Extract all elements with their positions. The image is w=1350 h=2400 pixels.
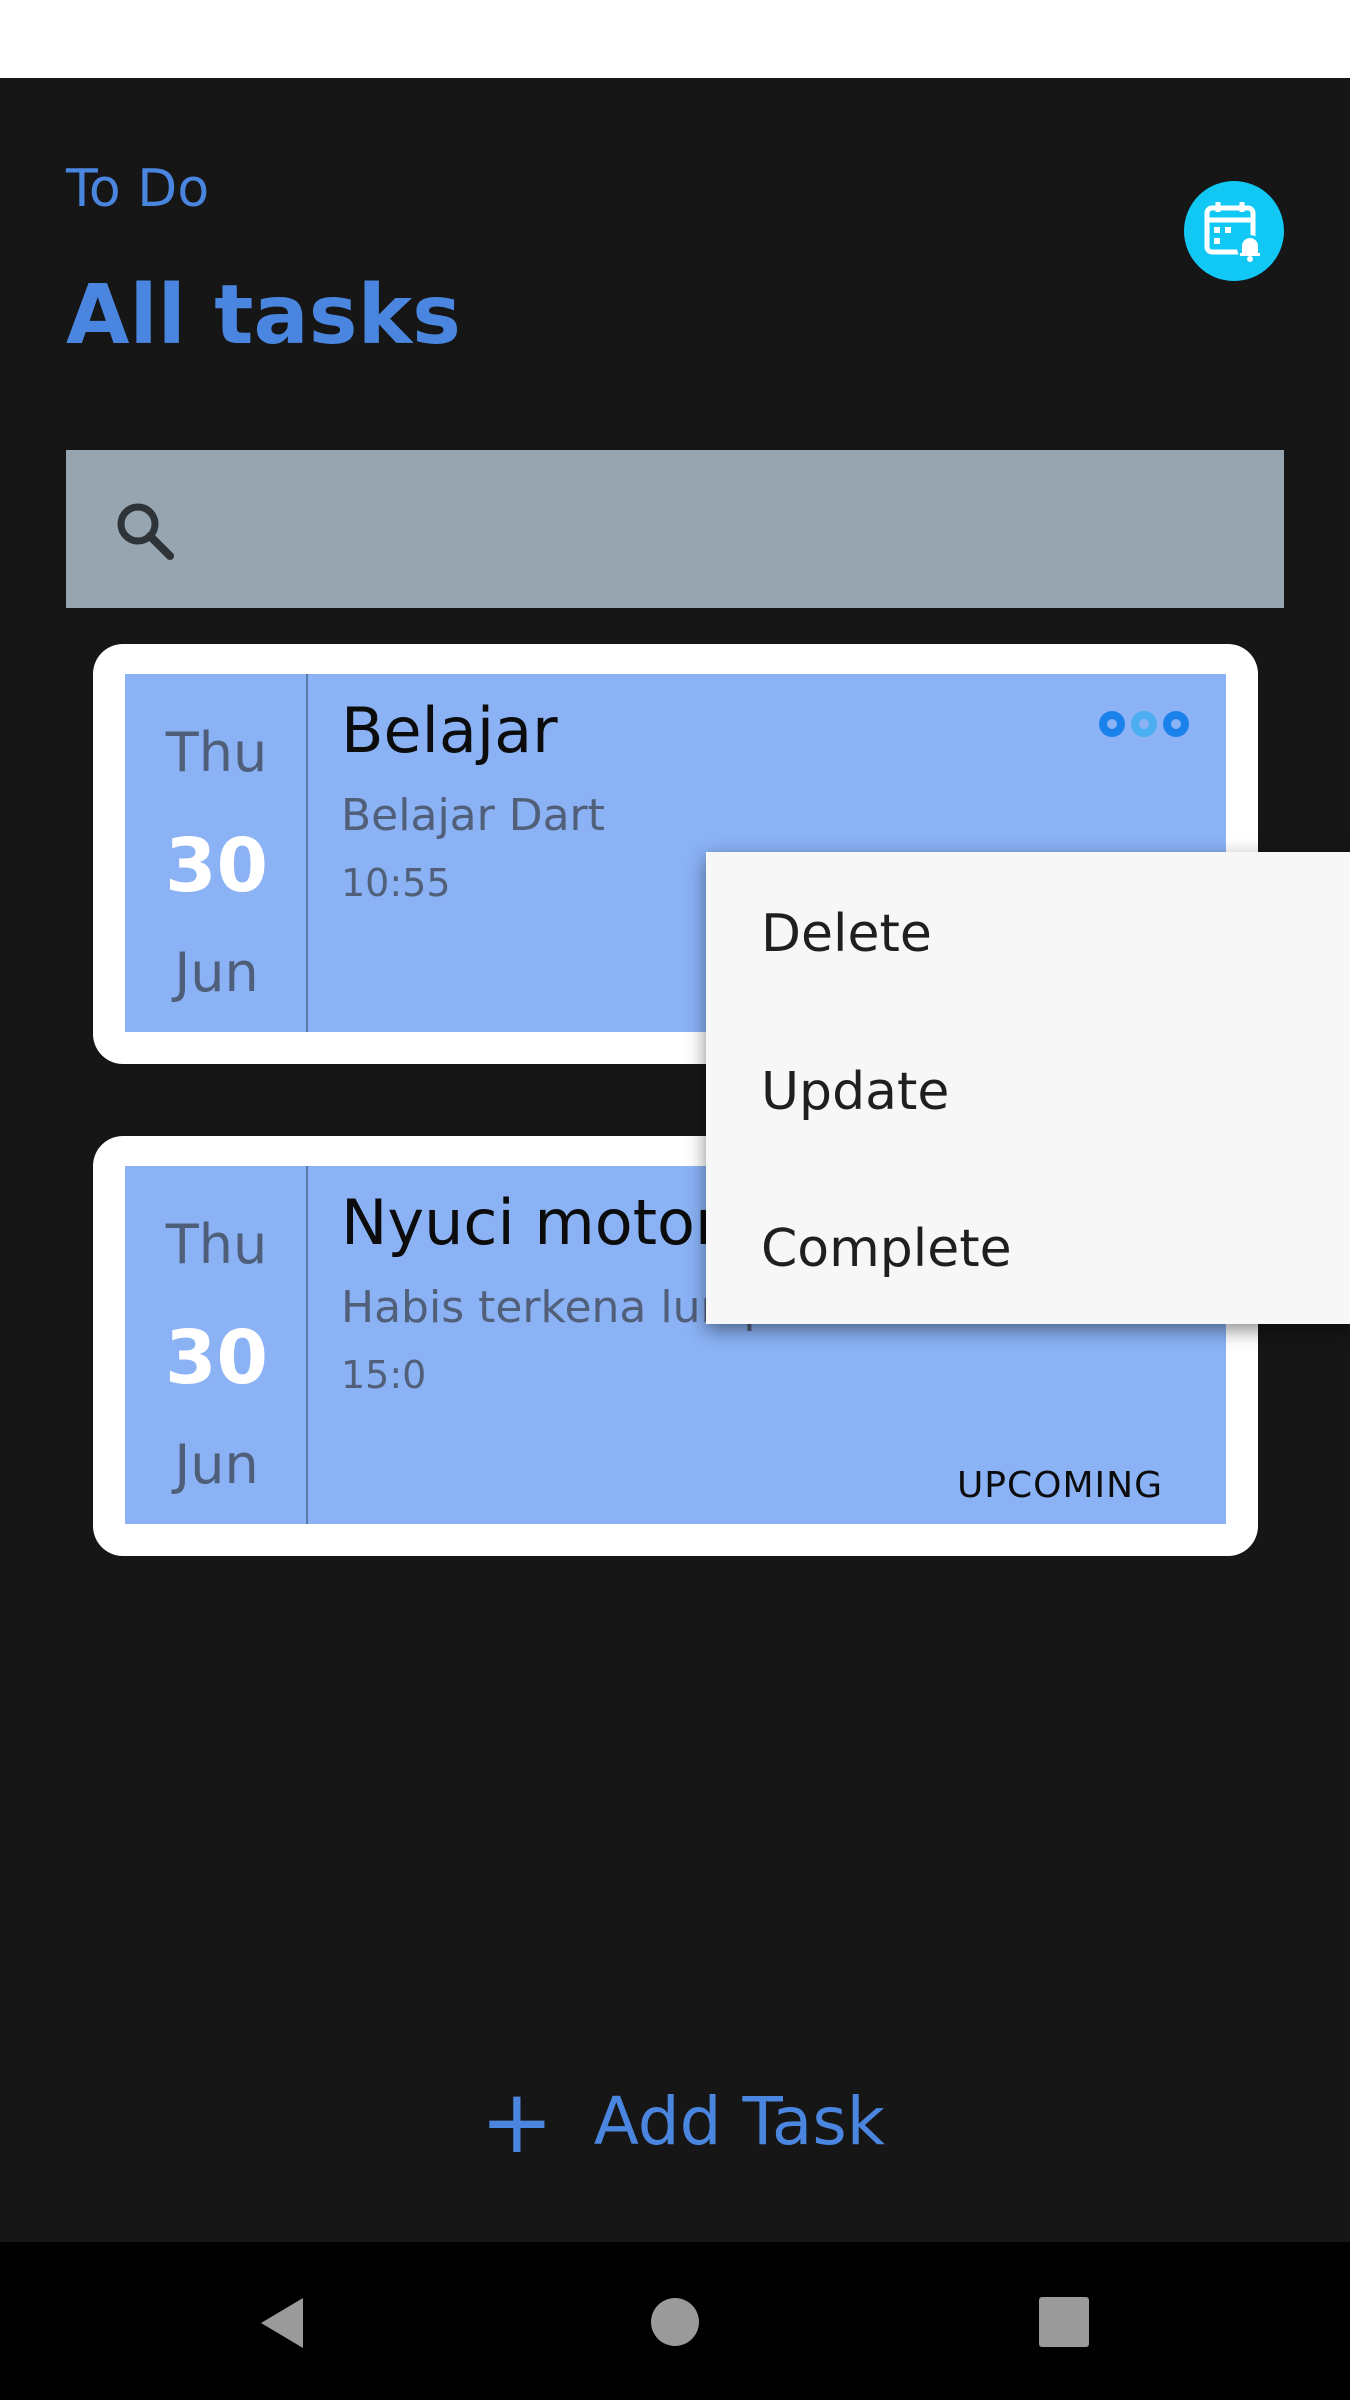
recents-icon[interactable] [1039, 2297, 1089, 2347]
add-task-label: Add Task [593, 2083, 885, 2160]
task-date: Thu 30 Jun [125, 674, 308, 1032]
back-icon[interactable] [255, 2294, 307, 2352]
task-options-menu: Delete Update Complete [706, 852, 1350, 1324]
task-time: 10:55 [341, 861, 451, 905]
task-title: Nyuci motor [341, 1186, 721, 1259]
task-time: 15:0 [341, 1353, 427, 1397]
task-description: Belajar Dart [341, 790, 605, 841]
menu-item-complete[interactable]: Complete [761, 1223, 1012, 1275]
menu-item-delete[interactable]: Delete [761, 908, 932, 960]
status-bar [0, 0, 1350, 78]
home-icon[interactable] [650, 2297, 700, 2347]
task-weekday: Thu [165, 721, 268, 784]
task-weekday: Thu [165, 1213, 268, 1276]
plus-icon: + [480, 2070, 554, 2173]
more-options-icon[interactable] [1092, 702, 1196, 746]
task-status-badge: UPCOMING [956, 1465, 1163, 1506]
task-month: Jun [174, 941, 259, 1004]
calendar-button[interactable] [1184, 181, 1284, 281]
app-name: To Do [66, 159, 210, 219]
menu-item-update[interactable]: Update [761, 1066, 949, 1118]
task-date: Thu 30 Jun [125, 1166, 308, 1524]
app-screen: To Do All tasks Thu 30 Jun Belajar Belaj… [0, 78, 1350, 2242]
task-day: 30 [165, 823, 268, 909]
task-title: Belajar [341, 694, 558, 767]
search-icon [117, 503, 174, 560]
task-day: 30 [165, 1315, 268, 1401]
search-bar[interactable] [66, 450, 1284, 608]
add-task-button[interactable]: + Add Task [480, 2078, 885, 2166]
system-nav-bar [0, 2242, 1350, 2400]
page-title: All tasks [66, 268, 461, 363]
search-input[interactable] [206, 450, 1256, 608]
task-month: Jun [174, 1433, 259, 1496]
calendar-bell-icon [1204, 202, 1263, 262]
